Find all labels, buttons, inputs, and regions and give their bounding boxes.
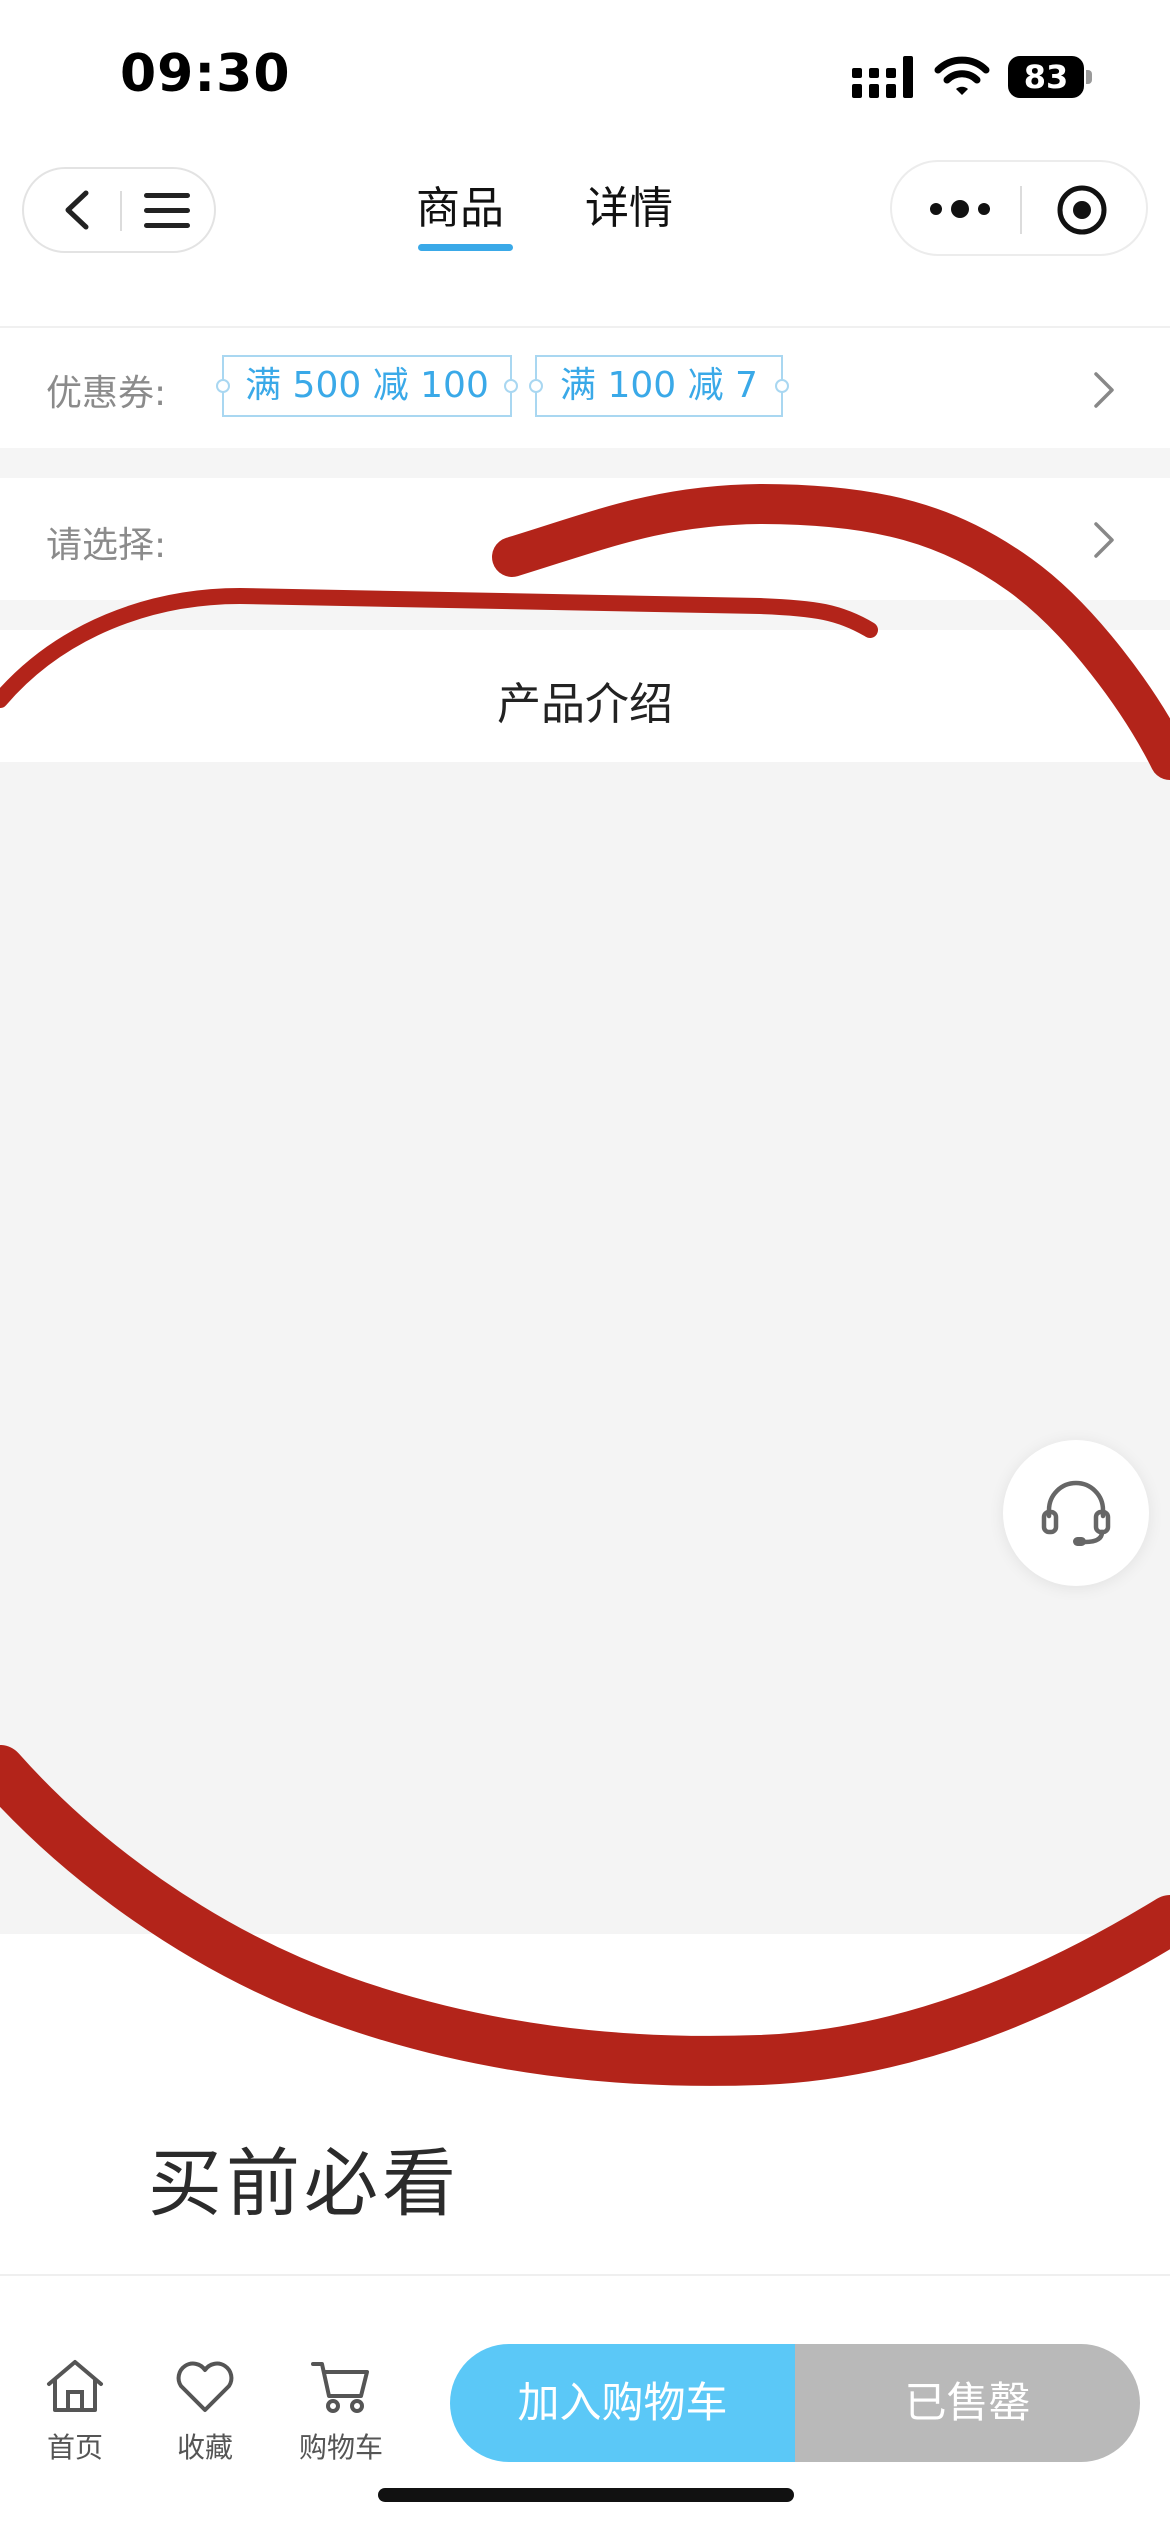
must-read-section: 买前必看 [0, 1934, 1170, 2274]
select-label: 请选择: [46, 525, 167, 566]
coupon-tag[interactable]: 满 100 减 7 [529, 355, 789, 417]
scrolled-info-row [0, 262, 1170, 326]
coupon-label: 优惠券: [46, 373, 167, 414]
signal-icon [852, 56, 913, 98]
close-target-icon[interactable] [1056, 184, 1108, 236]
active-tab-indicator [418, 244, 513, 251]
coupon-tag[interactable]: 满 500 减 100 [216, 355, 518, 417]
home-indicator [378, 2488, 794, 2502]
section-gap [0, 600, 1170, 630]
battery-indicator: 83 [1008, 56, 1092, 98]
status-bar: 09:30 83 [0, 0, 1170, 150]
chevron-right-icon [1094, 372, 1114, 408]
coupon-row[interactable]: 优惠券: 满 500 减 100 满 100 减 7 [0, 328, 1170, 448]
chevron-right-icon [1094, 522, 1114, 558]
add-to-cart-button[interactable]: 加入购物车 [450, 2344, 795, 2462]
coupon-text: 满 100 减 7 [560, 365, 758, 406]
wifi-icon [934, 56, 990, 95]
headset-icon [1041, 1480, 1111, 1546]
select-spec-row[interactable]: 请选择: [0, 478, 1170, 600]
back-icon[interactable] [56, 187, 102, 233]
home-label: 首页 [46, 2431, 103, 2464]
home-button[interactable]: 首页 [10, 2356, 140, 2466]
tab-goods[interactable]: 商品 [416, 172, 504, 236]
capsule-divider [120, 191, 122, 231]
cart-icon [311, 2362, 369, 2413]
home-icon [47, 2360, 103, 2412]
favorite-button[interactable]: 收藏 [140, 2356, 270, 2466]
customer-service-button[interactable] [1003, 1440, 1149, 1586]
status-time: 09:30 [120, 44, 291, 104]
sold-out-button[interactable]: 已售罄 [795, 2344, 1140, 2462]
coupon-text: 满 500 减 100 [245, 365, 489, 406]
heart-icon [176, 2361, 234, 2412]
product-intro-content [0, 762, 1170, 1934]
favorite-label: 收藏 [176, 2431, 233, 2464]
nav-capsule-left [22, 167, 216, 253]
product-intro-title: 产品介绍 [497, 679, 673, 730]
capsule-divider [1020, 186, 1022, 234]
more-icon[interactable] [928, 192, 992, 226]
section-gap [0, 448, 1170, 478]
mini-program-capsule [890, 160, 1148, 256]
cart-label: 购物车 [298, 2431, 383, 2464]
battery-level: 83 [1023, 58, 1069, 96]
cart-button[interactable]: 购物车 [276, 2356, 406, 2466]
must-read-title: 买前必看 [148, 2141, 460, 2227]
menu-icon[interactable] [142, 189, 192, 233]
tab-detail[interactable]: 详情 [585, 172, 673, 236]
product-intro-header: 产品介绍 [0, 630, 1170, 762]
